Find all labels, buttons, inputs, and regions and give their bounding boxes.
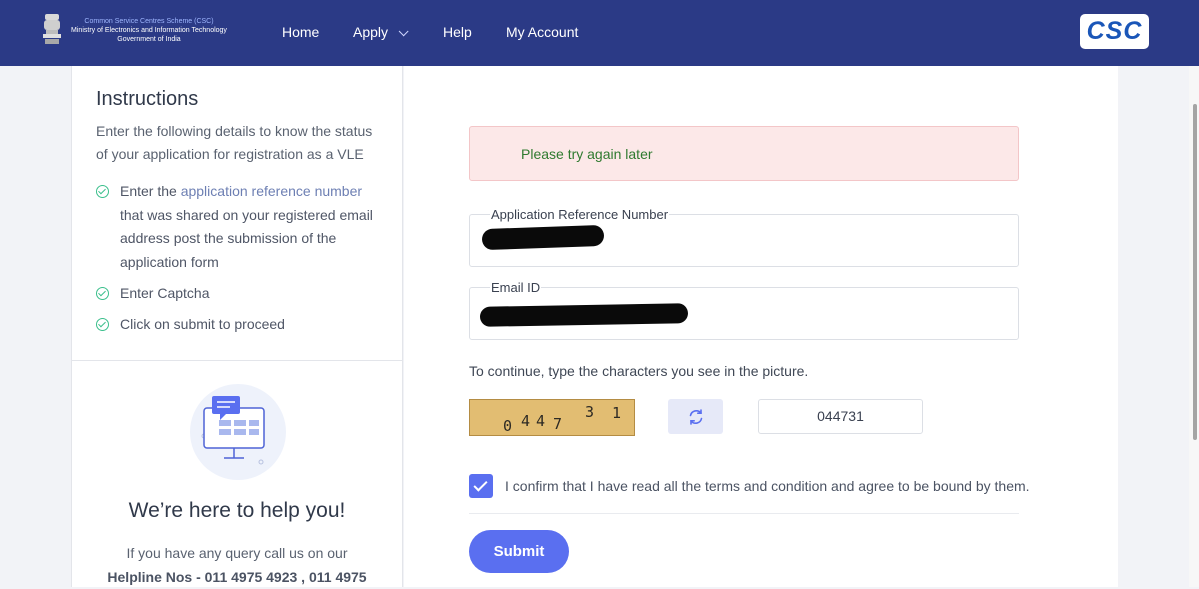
error-alert: Please try again later: [469, 126, 1019, 181]
terms-label[interactable]: I confirm that I have read all the terms…: [505, 478, 1030, 494]
nav-home[interactable]: Home: [282, 24, 319, 40]
terms-checkbox[interactable]: [469, 474, 493, 498]
captcha-char: 4: [521, 412, 531, 430]
step-prefix: Enter the: [120, 183, 181, 199]
instructions-description: Enter the following details to know the …: [96, 123, 373, 162]
helpline-info: If you have any query call us on our Hel…: [72, 541, 402, 589]
instructions-title: Instructions: [96, 88, 199, 110]
help-line-1: If you have any query call us on our: [126, 545, 348, 561]
status-form-panel: Please try again later Application Refer…: [404, 66, 1118, 587]
helpline-numbers: Helpline Nos - 011 4975 4923 , 011 4975: [107, 569, 367, 585]
org-name: Common Service Centres Scheme (CSC) Mini…: [66, 17, 232, 44]
check-circle-icon: [96, 287, 109, 300]
email-field[interactable]: Email ID: [469, 280, 1019, 340]
nav-help[interactable]: Help: [443, 24, 472, 40]
instruction-step: Click on submit to proceed: [96, 313, 382, 337]
captcha-char: 3: [585, 403, 595, 421]
instruction-step: Enter the application reference number t…: [96, 180, 382, 274]
chevron-down-icon: [398, 26, 409, 37]
csc-logo-text: CSC: [1086, 17, 1143, 45]
org-line-1: Common Service Centres Scheme (CSC): [84, 18, 214, 25]
instruction-step-text: Click on submit to proceed: [120, 316, 285, 332]
instruction-step: Enter Captcha: [96, 282, 382, 306]
application-reference-field[interactable]: Application Reference Number: [469, 207, 1019, 267]
check-circle-icon: [96, 185, 109, 198]
captcha-char: 7: [553, 415, 563, 433]
captcha-char: 1: [612, 404, 622, 422]
scrollbar-thumb[interactable]: [1193, 104, 1197, 440]
submit-button[interactable]: Submit: [469, 530, 569, 573]
refresh-icon: [689, 408, 702, 425]
captcha-char: 0: [503, 417, 513, 435]
form-separator: [469, 513, 1019, 514]
captcha-input[interactable]: 044731: [758, 399, 923, 434]
national-emblem-icon: [43, 14, 61, 44]
instructions-panel: Instructions Enter the following details…: [71, 66, 403, 587]
panel-divider: [72, 360, 402, 361]
captcha-prompt: To continue, type the characters you see…: [469, 363, 809, 379]
step-suffix: that was shared on your registered email…: [120, 206, 373, 270]
check-circle-icon: [96, 318, 109, 331]
nav-apply-label: Apply: [353, 24, 389, 40]
field-label: Application Reference Number: [490, 207, 670, 222]
field-label: Email ID: [490, 280, 542, 295]
application-reference-number-link: application reference number: [180, 183, 363, 199]
nav-apply[interactable]: Apply: [353, 24, 409, 40]
instruction-step-text: Enter the application reference number t…: [120, 180, 382, 274]
top-navbar: Common Service Centres Scheme (CSC) Mini…: [0, 0, 1199, 66]
captcha-image: 0 4 4 7 3 1: [469, 399, 635, 436]
instruction-step-text: Enter Captcha: [120, 285, 210, 301]
redacted-value: [481, 224, 605, 251]
redacted-value: [479, 303, 689, 327]
csc-logo[interactable]: CSC: [1080, 14, 1149, 49]
help-desk-illustration: [190, 384, 286, 480]
org-line-3: Government of India: [117, 36, 181, 43]
nav-my-account[interactable]: My Account: [506, 24, 578, 40]
help-title: We’re here to help you!: [128, 499, 346, 522]
alert-message: Please try again later: [521, 146, 653, 162]
org-line-2: Ministry of Electronics and Information …: [71, 27, 227, 34]
help-monitor-icon: [201, 396, 265, 465]
captcha-char: 4: [536, 412, 546, 430]
refresh-captcha-button[interactable]: [668, 399, 723, 434]
